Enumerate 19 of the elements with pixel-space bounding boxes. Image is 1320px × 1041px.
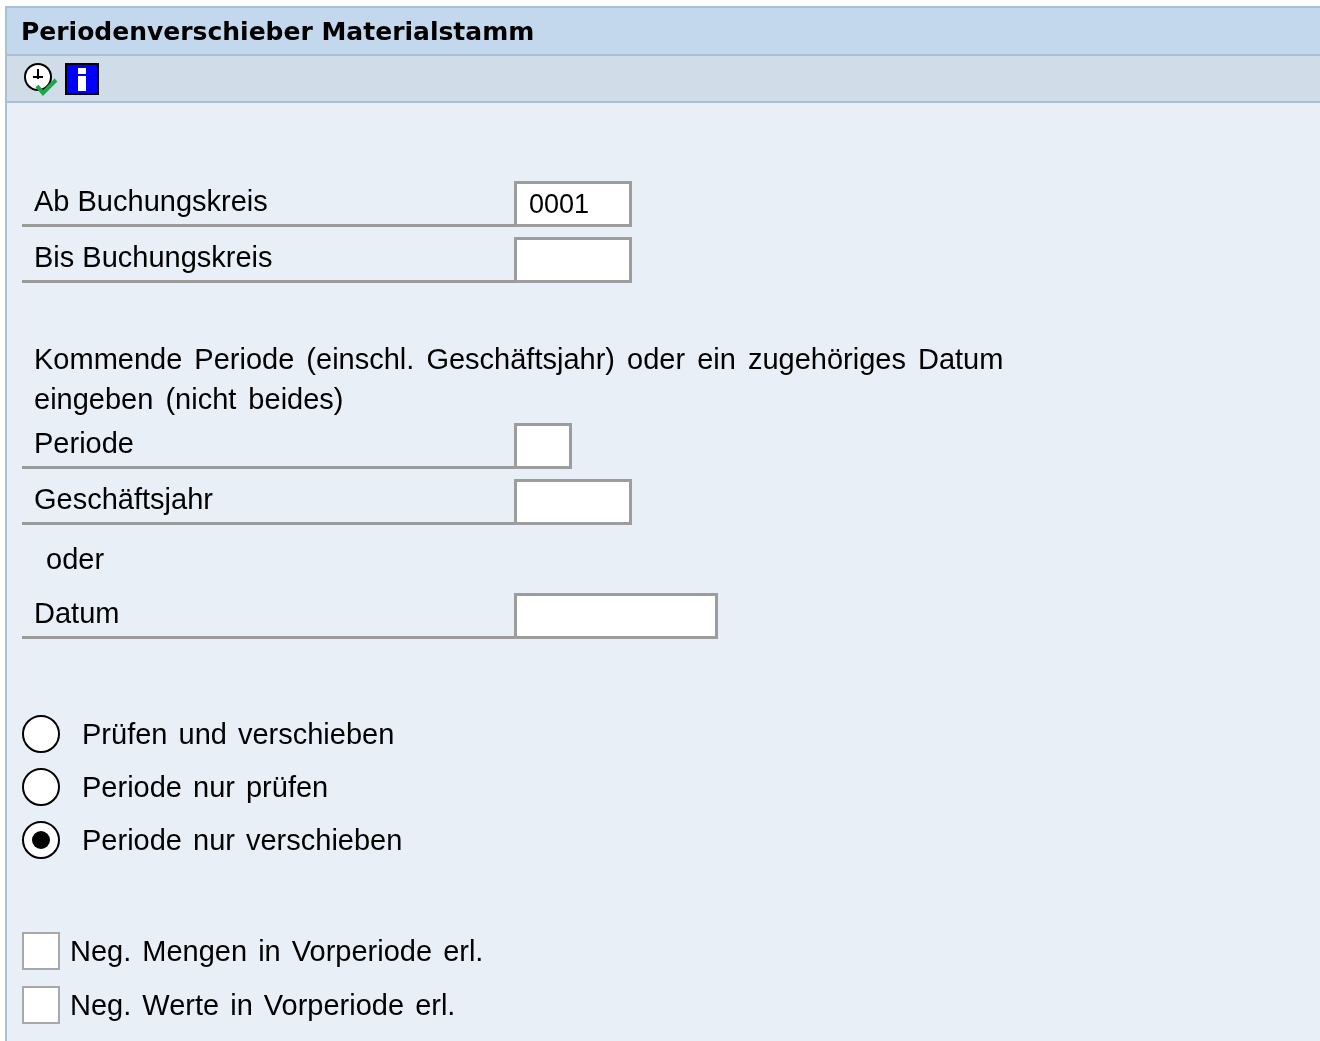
instruction-text: Kommende Periode (einschl. Geschäftsjahr) oder ein zugehöriges Datum eingeben (nicht beides) [34, 342, 1005, 417]
input-field[interactable] [514, 479, 632, 525]
checkbox[interactable] [22, 986, 60, 1024]
input-field[interactable]: 0001 [514, 181, 632, 227]
radio-button[interactable] [22, 821, 60, 859]
window-title: Periodenverschieber Materialstamm [21, 16, 535, 46]
checkbox-label[interactable]: Neg. Mengen in Vorperiode erl. [70, 934, 484, 968]
radio-label[interactable]: Periode nur prüfen [82, 770, 329, 804]
info-icon[interactable] [65, 62, 99, 95]
radio-label[interactable]: Prüfen und verschieben [82, 717, 395, 751]
separator-text: oder [46, 542, 105, 576]
checkbox-label[interactable]: Neg. Werte in Vorperiode erl. [70, 988, 456, 1022]
radio-label[interactable]: Periode nur verschieben [82, 823, 403, 857]
radio-button[interactable] [22, 768, 60, 806]
input-field[interactable] [514, 423, 572, 469]
checkbox[interactable] [22, 932, 60, 970]
radio-button[interactable] [22, 715, 60, 753]
input-field[interactable] [514, 237, 632, 283]
input-field[interactable] [514, 593, 718, 639]
